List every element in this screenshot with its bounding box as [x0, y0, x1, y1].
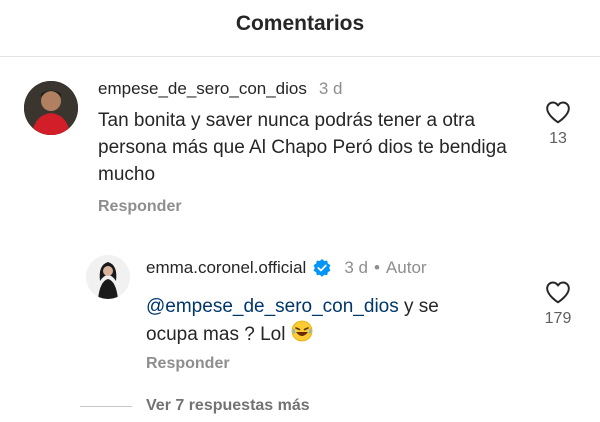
heart-icon[interactable]	[545, 280, 571, 304]
like-control[interactable]: 179	[528, 280, 588, 328]
like-count: 179	[544, 310, 572, 327]
timestamp: 3 d	[344, 258, 368, 277]
view-more-replies[interactable]: Ver 7 respuestas más	[80, 397, 310, 415]
mention-link[interactable]: @empese_de_sero_con_dios	[146, 296, 399, 317]
comment-text: Tan bonita y saver nunca podrás tener a …	[98, 110, 507, 185]
avatar[interactable]	[24, 81, 78, 135]
reply-text: @empese_de_sero_con_dios y se ocupa mas …	[146, 293, 486, 350]
page-title: Comentarios	[235, 12, 365, 35]
author-badge: Autor	[385, 258, 427, 277]
like-control[interactable]: 13	[528, 100, 588, 148]
verified-badge-icon	[313, 259, 331, 277]
separator-dot: •	[373, 258, 380, 277]
like-count: 13	[549, 130, 567, 147]
reply-button[interactable]: Responder	[98, 198, 182, 216]
username[interactable]: empese_de_sero_con_dios	[98, 79, 307, 99]
header-divider	[0, 56, 600, 57]
avatar[interactable]	[86, 255, 130, 299]
comment-header: empese_de_sero_con_dios 3 d	[98, 79, 343, 99]
reply-button[interactable]: Responder	[146, 355, 230, 373]
heart-icon[interactable]	[545, 100, 571, 124]
timestamp: 3 d	[318, 79, 343, 98]
reply-header: emma.coronel.official 3 d • Autor	[146, 258, 427, 278]
view-more-label[interactable]: Ver 7 respuestas más	[146, 397, 310, 415]
comments-header: Comentarios	[0, 0, 600, 48]
rofl-emoji-icon	[291, 320, 313, 350]
thread-line	[80, 405, 132, 407]
username[interactable]: emma.coronel.official	[146, 258, 306, 278]
